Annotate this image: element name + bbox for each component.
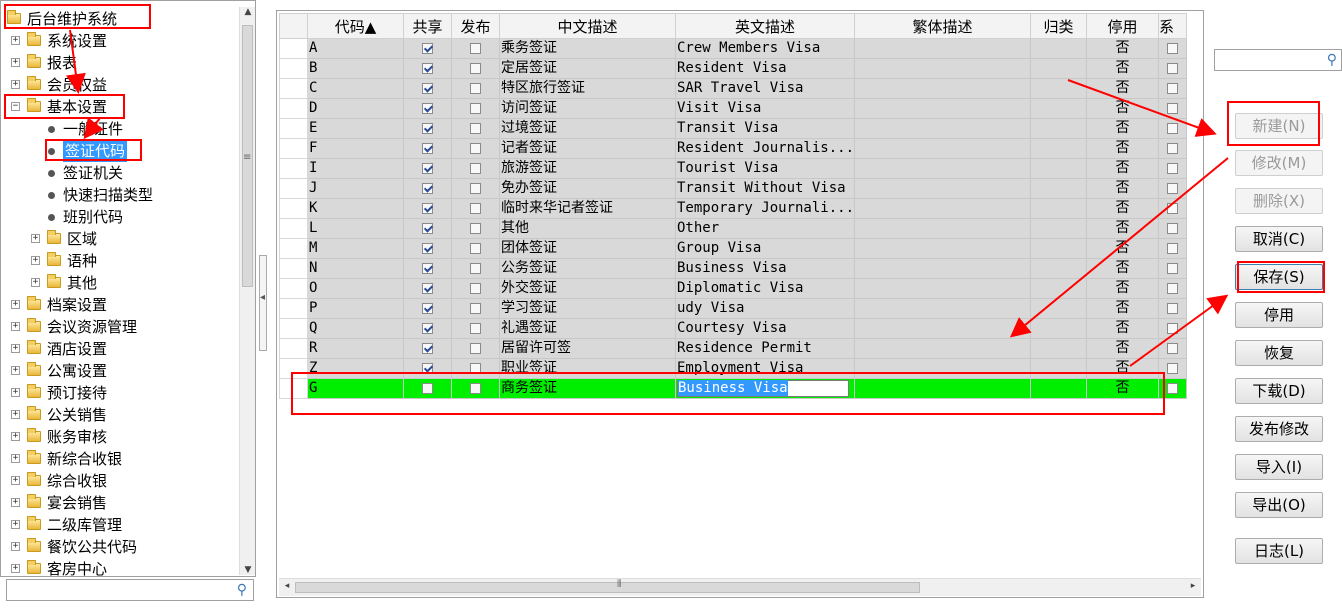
annotation-arrows xyxy=(65,29,1229,367)
arrow-root-to-basic xyxy=(65,29,86,94)
arrow-basic-to-visa xyxy=(83,117,104,140)
arrow-to-new-button xyxy=(1067,79,1217,137)
arrow-to-save-button xyxy=(1129,294,1229,367)
arrow-to-grid xyxy=(1009,157,1229,338)
